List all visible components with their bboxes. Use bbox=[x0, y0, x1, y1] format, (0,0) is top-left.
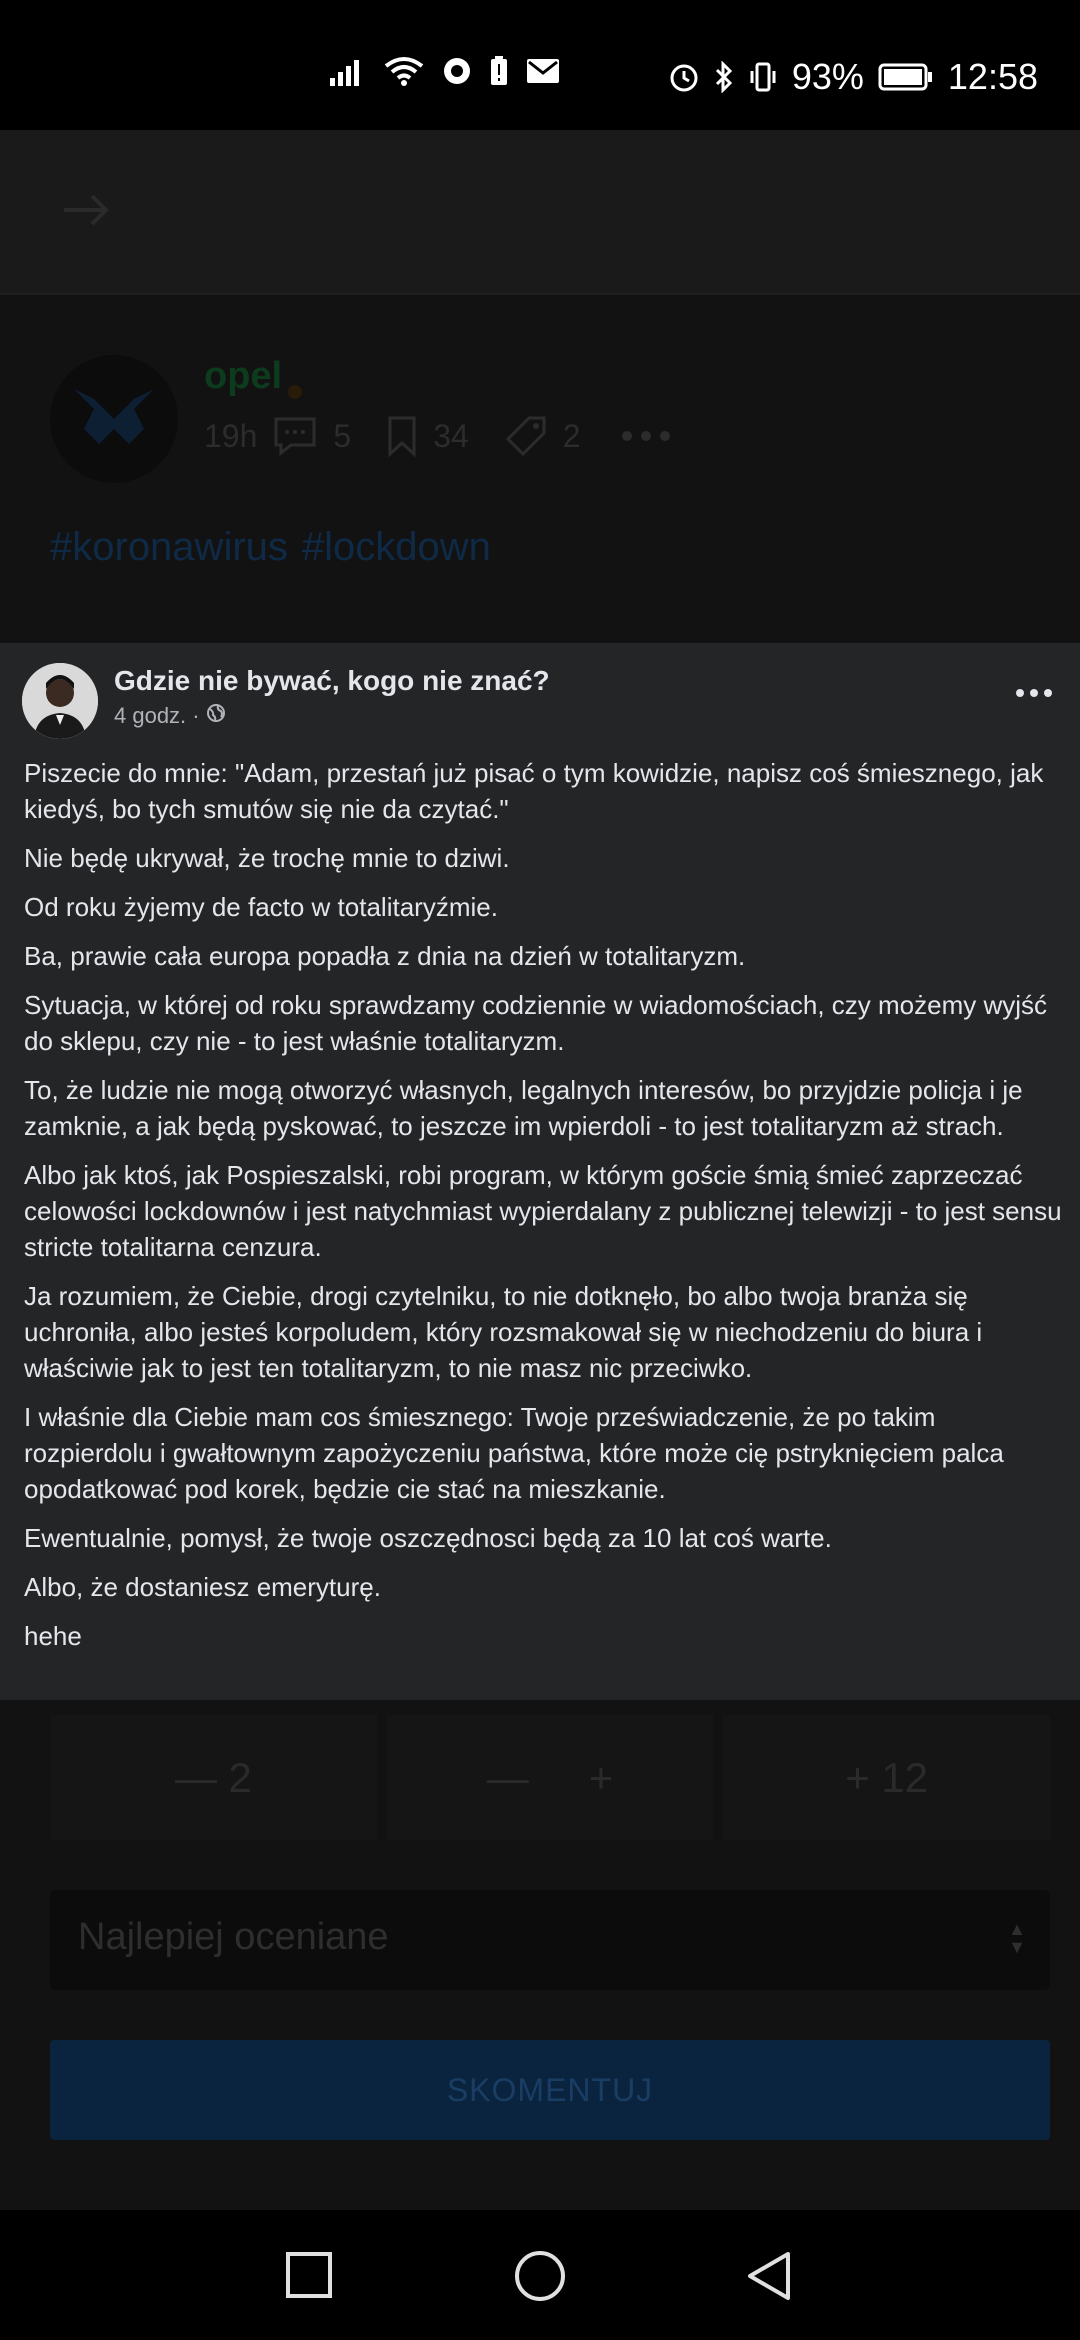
post-paragraph: Ja rozumiem, że Ciebie, drogi czytelniku… bbox=[24, 1281, 983, 1383]
post-paragraph: Albo jak ktoś, jak Pospieszalski, robi p… bbox=[24, 1160, 1062, 1262]
post-paragraph: Sytuacja, w której od roku sprawdzamy co… bbox=[24, 990, 1048, 1056]
tags-count: 2 bbox=[562, 417, 581, 454]
battery-icon bbox=[878, 63, 934, 91]
upvote-button[interactable]: + 12 bbox=[723, 1715, 1051, 1840]
author-status-dot bbox=[288, 385, 302, 399]
battery-alert-icon bbox=[490, 56, 508, 86]
recents-button[interactable] bbox=[284, 2250, 334, 2305]
embedded-post-image[interactable]: Gdzie nie bywać, kogo nie znać? 4 godz. … bbox=[0, 643, 1080, 1700]
top-bar bbox=[0, 130, 1080, 295]
plus-button[interactable]: + bbox=[589, 1754, 614, 1802]
post-body: Piszecie do mnie: "Adam, przestań już pi… bbox=[24, 755, 1064, 1667]
bookmark-icon[interactable] bbox=[387, 415, 417, 457]
page-name: Gdzie nie bywać, kogo nie znać? bbox=[114, 665, 550, 696]
system-nav-bar bbox=[0, 2210, 1080, 2340]
sort-selected-value: Najlepiej oceniane bbox=[78, 1916, 389, 1958]
tag-link[interactable]: #lockdown bbox=[302, 525, 491, 569]
tag-icon[interactable] bbox=[505, 415, 547, 457]
post-paragraph: hehe bbox=[24, 1621, 82, 1651]
home-button[interactable] bbox=[512, 2250, 568, 2311]
comments-count: 5 bbox=[333, 417, 352, 454]
downvote-button[interactable]: — 2 bbox=[50, 1715, 377, 1840]
vote-row: — 2 — + + 12 bbox=[50, 1715, 1051, 1840]
more-options-icon[interactable] bbox=[621, 430, 671, 442]
status-bar: 93% 12:58 bbox=[0, 0, 1080, 130]
post-paragraph: Od roku żyjemy de facto w totalitaryźmie… bbox=[24, 892, 498, 922]
bookmarks-count: 34 bbox=[433, 417, 469, 454]
clock: 12:58 bbox=[947, 56, 1038, 97]
post-paragraph: Ewentualnie, pomysł, że twoje oszczędnos… bbox=[24, 1523, 832, 1553]
back-arrow-icon[interactable] bbox=[62, 190, 112, 235]
post-meta: 19h 5 34 2 bbox=[204, 415, 671, 457]
post-paragraph: Ba, prawie cała europa popadła z dnia na… bbox=[24, 941, 746, 971]
post-header: opel 19h 5 34 2 bbox=[50, 355, 670, 483]
page-avatar bbox=[22, 663, 98, 739]
sort-select[interactable]: Najlepiej oceniane ▲ ▼ bbox=[50, 1890, 1050, 1990]
battery-percent: 93% bbox=[791, 56, 864, 97]
select-arrows-icon: ▲ ▼ bbox=[1008, 1919, 1026, 1957]
post-paragraph: Albo, że dostaniesz emeryturę. bbox=[24, 1572, 381, 1602]
record-icon bbox=[442, 56, 472, 86]
post-paragraph: Piszecie do mnie: "Adam, przestań już pi… bbox=[24, 758, 1044, 824]
wifi-icon bbox=[384, 56, 424, 86]
bluetooth-icon bbox=[714, 61, 734, 93]
more-icon bbox=[1016, 689, 1052, 697]
post-paragraph: To, że ludzie nie mogą otworzyć własnych… bbox=[24, 1075, 1023, 1141]
post-paragraph: I właśnie dla Ciebie mam cos śmiesznego:… bbox=[24, 1402, 1004, 1504]
signal-icon bbox=[330, 56, 366, 86]
post-tags: #koronawirus #lockdown bbox=[50, 525, 505, 570]
comment-button[interactable]: SKOMENTUJ bbox=[50, 2040, 1050, 2140]
author-avatar[interactable] bbox=[50, 355, 178, 483]
vibrate-icon bbox=[748, 61, 778, 93]
post-paragraph: Nie będę ukrywał, że trochę mnie to dziw… bbox=[24, 843, 510, 873]
comment-icon[interactable] bbox=[273, 416, 317, 456]
author-name[interactable]: opel bbox=[204, 355, 282, 398]
globe-icon bbox=[206, 703, 226, 729]
back-button[interactable] bbox=[744, 2250, 794, 2309]
tag-link[interactable]: #koronawirus bbox=[50, 525, 288, 569]
vote-actions: — + bbox=[386, 1715, 714, 1840]
alarm-icon bbox=[668, 61, 700, 93]
minus-button[interactable]: — bbox=[487, 1754, 529, 1802]
post-time: 4 godz. · bbox=[114, 703, 226, 729]
post-time-text: 4 godz. · bbox=[114, 703, 200, 728]
post-age: 19h bbox=[204, 417, 258, 454]
mail-icon bbox=[526, 58, 560, 84]
